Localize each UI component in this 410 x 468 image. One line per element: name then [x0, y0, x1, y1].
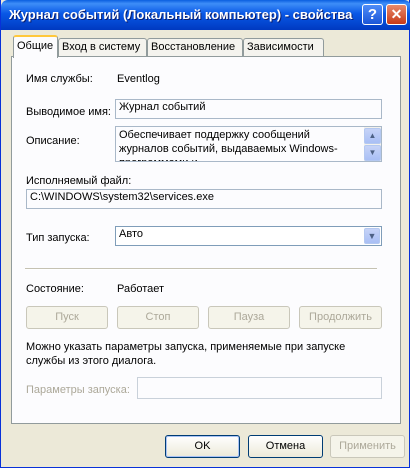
- tab-dependencies-label: Зависимости: [247, 41, 314, 53]
- window-title: Журнал событий (Локальный компьютер) - с…: [9, 7, 353, 22]
- apply-button[interactable]: Применить: [330, 435, 405, 458]
- separator: [25, 268, 377, 270]
- description-label: Описание:: [26, 135, 80, 147]
- pause-button[interactable]: Пауза: [208, 306, 290, 329]
- tab-dependencies[interactable]: Зависимости: [243, 38, 324, 56]
- status-value: Работает: [117, 283, 165, 295]
- properties-window: Журнал событий (Локальный компьютер) - с…: [0, 0, 410, 468]
- general-panel: Имя службы: Eventlog Выводимое имя: Журн…: [11, 56, 401, 424]
- tab-general[interactable]: Общие: [13, 35, 58, 58]
- display-name-field[interactable]: Журнал событий: [115, 99, 382, 119]
- status-label: Состояние:: [26, 283, 84, 295]
- display-name-label: Выводимое имя:: [26, 106, 111, 118]
- service-name-value: Eventlog: [117, 73, 160, 85]
- executable-field[interactable]: C:\WINDOWS\system32\services.exe: [26, 189, 382, 209]
- start-button[interactable]: Пуск: [26, 306, 108, 329]
- scroll-up-icon[interactable]: ▲: [364, 128, 381, 144]
- description-field[interactable]: Обеспечивает поддержку сообщений журнало…: [115, 126, 382, 162]
- description-scrollbar[interactable]: ▲ ▼: [364, 127, 381, 161]
- stop-button[interactable]: Стоп: [117, 306, 199, 329]
- tab-general-label: Общие: [17, 40, 54, 52]
- chevron-down-icon[interactable]: ▼: [364, 228, 380, 244]
- startup-type-value: Авто: [119, 228, 143, 240]
- close-button[interactable]: ✕: [386, 4, 407, 25]
- tab-logon-label: Вход в систему: [62, 41, 141, 53]
- close-icon: ✕: [390, 6, 403, 22]
- cancel-button[interactable]: Отмена: [248, 435, 323, 458]
- startup-type-label: Тип запуска:: [26, 232, 90, 244]
- help-icon: ?: [367, 6, 378, 23]
- tab-recovery[interactable]: Восстановление: [147, 38, 243, 56]
- executable-label: Исполняемый файл:: [26, 175, 132, 187]
- startup-type-select[interactable]: Авто ▼: [115, 226, 382, 246]
- ok-button[interactable]: OK: [165, 435, 240, 458]
- tab-recovery-label: Восстановление: [151, 41, 236, 53]
- params-input[interactable]: [137, 377, 382, 399]
- help-button[interactable]: ?: [362, 4, 383, 25]
- title-bar[interactable]: Журнал событий (Локальный компьютер) - с…: [1, 0, 410, 30]
- resume-button[interactable]: Продолжить: [299, 306, 382, 329]
- tab-logon[interactable]: Вход в систему: [58, 38, 147, 56]
- params-label: Параметры запуска:: [26, 384, 130, 396]
- params-hint: Можно указать параметры запуска, применя…: [26, 341, 346, 367]
- service-name-label: Имя службы:: [26, 73, 93, 85]
- description-text: Обеспечивает поддержку сообщений журнало…: [119, 129, 338, 161]
- scroll-down-icon[interactable]: ▼: [364, 145, 381, 161]
